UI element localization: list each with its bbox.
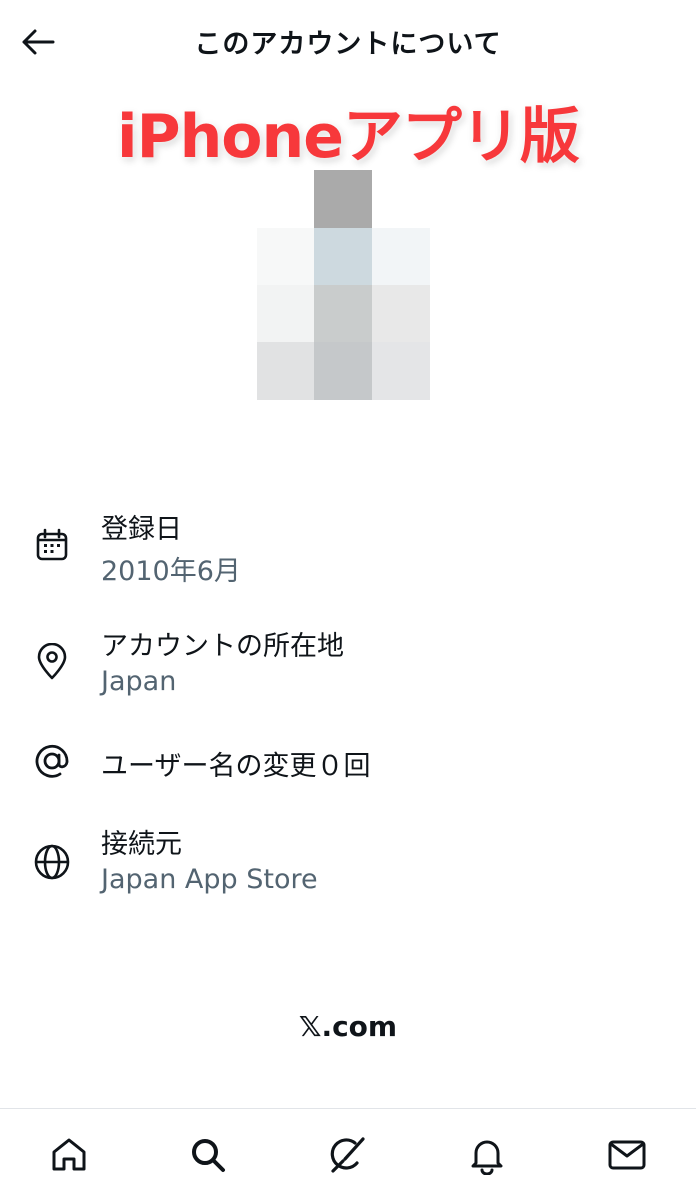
avatar-pixel xyxy=(257,342,314,400)
avatar-pixel xyxy=(257,170,314,228)
info-value: Japan App Store xyxy=(101,864,318,895)
at-sign-icon xyxy=(32,741,72,781)
info-value: Japan xyxy=(101,666,177,697)
info-label: 登録日 xyxy=(101,514,182,545)
avatar-pixel xyxy=(314,170,372,228)
avatar-pixel xyxy=(372,285,430,342)
x-com-link[interactable]: 𝕏.com xyxy=(0,1010,696,1043)
notifications-icon[interactable] xyxy=(463,1131,511,1179)
location-pin-icon xyxy=(32,642,72,682)
grok-icon[interactable] xyxy=(323,1131,371,1179)
bottom-nav xyxy=(0,1108,696,1201)
info-value: 2010年6月 xyxy=(101,556,241,587)
search-icon[interactable] xyxy=(184,1131,232,1179)
avatar-pixelated xyxy=(257,170,430,400)
home-icon[interactable] xyxy=(45,1131,93,1179)
avatar-pixel xyxy=(257,285,314,342)
page-title: このアカウントについて xyxy=(194,29,502,60)
info-label: 接続元 xyxy=(101,829,182,860)
avatar-pixel xyxy=(372,170,430,228)
header-bar: このアカウントについて xyxy=(0,0,696,84)
calendar-icon xyxy=(32,525,72,565)
info-label: アカウントの所在地 xyxy=(101,631,344,662)
messages-icon[interactable] xyxy=(603,1131,651,1179)
globe-icon xyxy=(32,842,72,882)
avatar-pixel xyxy=(372,228,430,285)
avatar-pixel xyxy=(314,285,372,342)
avatar-pixel xyxy=(257,228,314,285)
avatar-pixel xyxy=(314,342,372,400)
avatar-pixel xyxy=(314,228,372,285)
overlay-label: iPhoneアプリ版 xyxy=(117,102,580,172)
avatar-pixel xyxy=(372,342,430,400)
info-label: ユーザー名の変更０回 xyxy=(101,751,371,782)
